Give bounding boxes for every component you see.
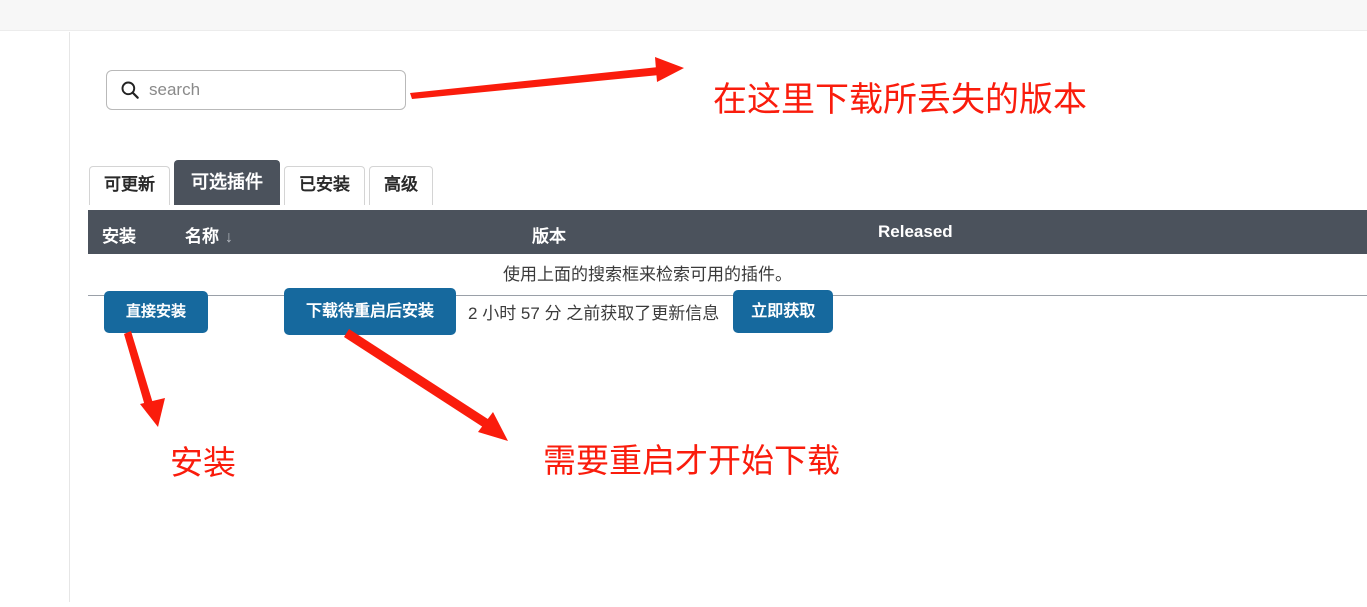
tab-available-plugins[interactable]: 可选插件 [174, 160, 280, 205]
plugin-tabs: 可更新 可选插件 已安装 高级 [89, 160, 433, 205]
column-header-name[interactable]: 名称 ↓ [185, 222, 233, 247]
plugins-table: 安装 名称 ↓ 版本 Released 使用上面的搜索框来检索可用的插件。 [88, 210, 1367, 296]
update-status-text: 2 小时 57 分 之前获取了更新信息 [468, 304, 720, 324]
search-icon [121, 81, 139, 99]
search-box[interactable] [106, 70, 406, 110]
tab-updatable[interactable]: 可更新 [89, 166, 170, 205]
column-header-version[interactable]: 版本 [532, 222, 566, 247]
table-header-row: 安装 名称 ↓ 版本 Released [88, 210, 1367, 254]
app-top-bar [0, 0, 1367, 31]
download-install-after-restart-button[interactable]: 下载待重启后安装 [284, 288, 457, 336]
tab-advanced[interactable]: 高级 [369, 166, 433, 205]
tab-installed[interactable]: 已安装 [284, 166, 365, 205]
column-header-install[interactable]: 安装 [102, 222, 136, 247]
action-bar: 直接安装 下载待重启后安装 2 小时 57 分 之前获取了更新信息 立即获取 [88, 288, 834, 336]
column-header-released[interactable]: Released [878, 222, 953, 242]
install-now-button[interactable]: 直接安装 [104, 290, 209, 333]
sort-descending-icon[interactable]: ↓ [225, 229, 233, 246]
check-now-button[interactable]: 立即获取 [733, 290, 834, 334]
search-input[interactable] [149, 80, 389, 100]
column-header-name-label: 名称 [185, 227, 219, 246]
left-rail [0, 32, 69, 602]
plugin-manager-content: 可更新 可选插件 已安装 高级 安装 名称↓ 版本 Released 使用上面的… [70, 32, 1367, 602]
